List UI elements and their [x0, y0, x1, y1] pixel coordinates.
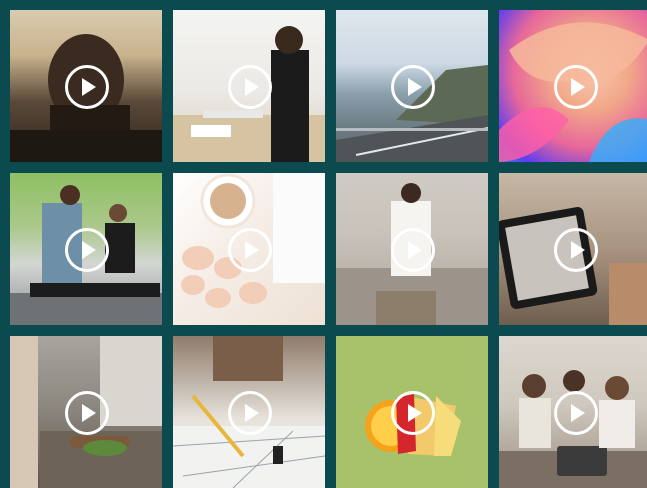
- video-tile-12[interactable]: [499, 336, 647, 488]
- video-tile-8[interactable]: [499, 173, 647, 325]
- play-button[interactable]: [391, 391, 435, 435]
- play-icon: [82, 241, 96, 259]
- play-button[interactable]: [554, 65, 598, 109]
- play-button[interactable]: [554, 228, 598, 272]
- play-button[interactable]: [65, 228, 109, 272]
- video-tile-1[interactable]: [10, 10, 162, 162]
- video-grid: [10, 10, 647, 488]
- video-tile-7[interactable]: [336, 173, 488, 325]
- video-tile-5[interactable]: [10, 173, 162, 325]
- video-tile-6[interactable]: [173, 173, 325, 325]
- video-tile-9[interactable]: [10, 336, 162, 488]
- video-tile-11[interactable]: [336, 336, 488, 488]
- play-button[interactable]: [228, 391, 272, 435]
- play-button[interactable]: [391, 228, 435, 272]
- play-icon: [408, 241, 422, 259]
- video-tile-4[interactable]: [499, 10, 647, 162]
- play-icon: [408, 78, 422, 96]
- video-tile-10[interactable]: [173, 336, 325, 488]
- play-icon: [571, 404, 585, 422]
- play-button[interactable]: [554, 391, 598, 435]
- play-button[interactable]: [65, 65, 109, 109]
- play-button[interactable]: [65, 391, 109, 435]
- play-icon: [408, 404, 422, 422]
- play-button[interactable]: [228, 228, 272, 272]
- video-tile-3[interactable]: [336, 10, 488, 162]
- video-tile-2[interactable]: [173, 10, 325, 162]
- play-button[interactable]: [391, 65, 435, 109]
- play-icon: [245, 78, 259, 96]
- play-icon: [82, 404, 96, 422]
- play-icon: [571, 78, 585, 96]
- play-button[interactable]: [228, 65, 272, 109]
- play-icon: [82, 78, 96, 96]
- play-icon: [245, 241, 259, 259]
- play-icon: [245, 404, 259, 422]
- play-icon: [571, 241, 585, 259]
